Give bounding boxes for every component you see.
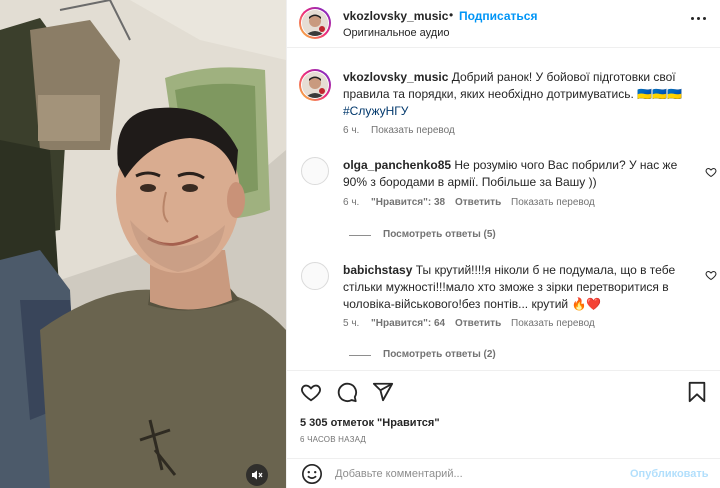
caption-username[interactable]: vkozlovsky_music xyxy=(343,70,448,84)
reply-button[interactable]: Ответить xyxy=(455,197,501,208)
comment-text: babichstasy Ты крутий!!!!я ніколи б не п… xyxy=(343,262,683,313)
caption-text: vkozlovsky_music Добрий ранок! У бойової… xyxy=(343,69,703,120)
post-side-panel: vkozlovsky_music • Подписаться Оригиналь… xyxy=(286,0,720,488)
share-icon[interactable] xyxy=(372,381,394,403)
comments-list: vkozlovsky_music Добрий ранок! У бойової… xyxy=(287,49,720,369)
comment-icon[interactable] xyxy=(336,381,358,403)
reply-button[interactable]: Ответить xyxy=(455,318,501,329)
comment-text: olga_panchenko85 Не розумію чого Вас поб… xyxy=(343,157,683,191)
caption-avatar[interactable] xyxy=(299,69,331,101)
commenter-avatar[interactable] xyxy=(301,157,329,185)
more-options-button[interactable] xyxy=(691,10,711,26)
replies-divider xyxy=(349,235,371,236)
separator-dot: • xyxy=(449,8,454,22)
mute-icon xyxy=(252,470,263,480)
comment-likes[interactable]: "Нравится": 64 xyxy=(371,318,445,329)
post-media[interactable] xyxy=(0,0,286,488)
caption-hashtag[interactable]: #СлужуНГУ xyxy=(343,104,408,118)
author-avatar[interactable] xyxy=(299,7,331,39)
comment-emojis: 🔥❤️ xyxy=(571,297,602,311)
comment-time[interactable]: 5 ч. xyxy=(343,318,359,329)
post-actions xyxy=(287,370,720,416)
heart-icon[interactable] xyxy=(300,381,322,403)
comment-likes[interactable]: "Нравится": 38 xyxy=(371,197,445,208)
bookmark-icon[interactable] xyxy=(687,381,707,403)
comment-input[interactable] xyxy=(335,465,615,483)
comment-time[interactable]: 6 ч. xyxy=(343,197,359,208)
author-username[interactable]: vkozlovsky_music xyxy=(343,9,448,23)
avatar-image xyxy=(302,10,328,36)
follow-button[interactable]: Подписаться xyxy=(459,9,537,23)
more-options-icon xyxy=(691,16,694,20)
add-comment-bar: Опубликовать xyxy=(287,458,720,488)
view-replies-button[interactable]: Посмотреть ответы (5) xyxy=(383,229,496,240)
comment-username[interactable]: olga_panchenko85 xyxy=(343,158,451,172)
avatar-image xyxy=(302,72,328,98)
comment-like-heart-icon[interactable] xyxy=(705,166,717,178)
comment-translate[interactable]: Показать перевод xyxy=(511,197,595,208)
caption-emojis: 🇺🇦🇺🇦🇺🇦 xyxy=(637,87,682,101)
selfie-photo xyxy=(0,0,286,488)
caption-time[interactable]: 6 ч. xyxy=(343,125,359,136)
comment-translate[interactable]: Показать перевод xyxy=(511,318,595,329)
post-timestamp[interactable]: 6 ЧАСОВ НАЗАД xyxy=(300,435,366,444)
view-replies-button[interactable]: Посмотреть ответы (2) xyxy=(383,349,496,360)
likes-count[interactable]: 5 305 отметок "Нравится" xyxy=(300,417,440,429)
mute-button[interactable] xyxy=(246,464,268,486)
caption-translate[interactable]: Показать перевод xyxy=(371,125,455,136)
comment-username[interactable]: babichstasy xyxy=(343,263,412,277)
audio-link[interactable]: Оригинальное аудио xyxy=(343,27,450,39)
comment-like-heart-icon[interactable] xyxy=(705,269,717,281)
publish-button[interactable]: Опубликовать xyxy=(630,468,709,480)
post-header: vkozlovsky_music • Подписаться Оригиналь… xyxy=(287,0,720,48)
replies-divider xyxy=(349,355,371,356)
commenter-avatar[interactable] xyxy=(301,262,329,290)
emoji-icon[interactable] xyxy=(301,463,323,485)
